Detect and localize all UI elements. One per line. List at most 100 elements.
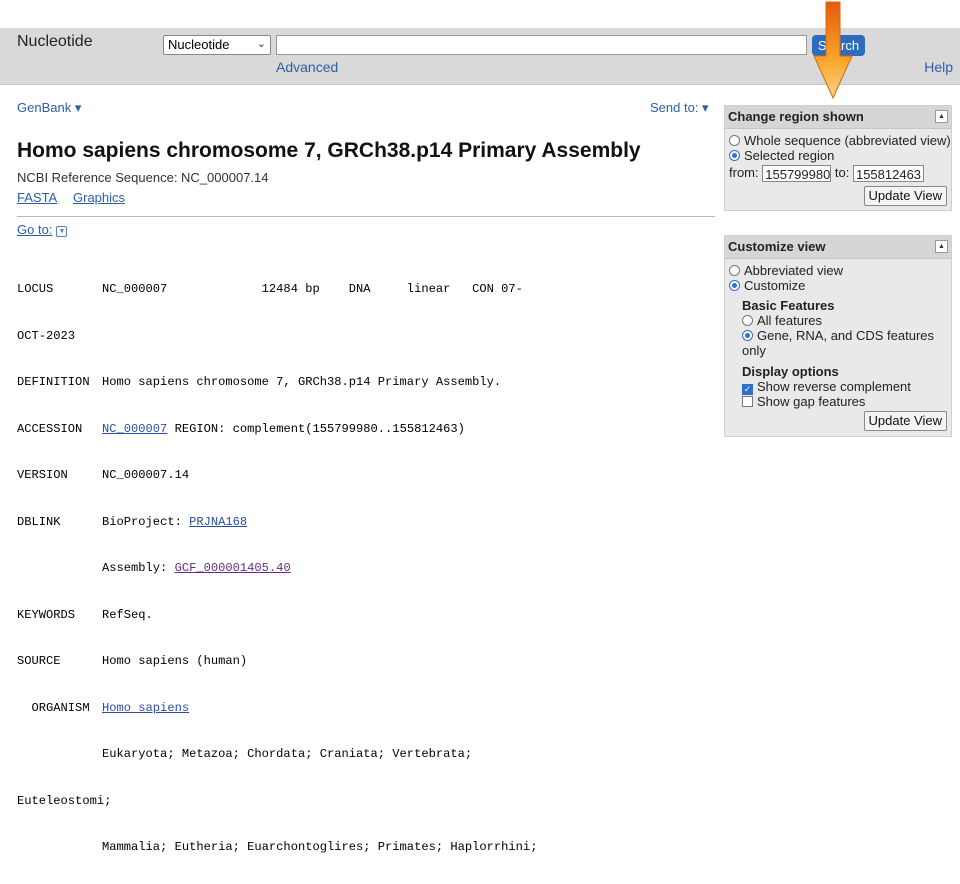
update-view-button[interactable]: Update View bbox=[863, 186, 947, 206]
field-value: NC_000007 12484 bp DNA linear CON 07- bbox=[102, 282, 523, 296]
panel-title: Customize view bbox=[728, 239, 826, 254]
assembly-link[interactable]: GCF_000001405.40 bbox=[175, 561, 291, 575]
checkbox-label: Show reverse complement bbox=[757, 379, 911, 394]
field-key: ORGANISM bbox=[17, 700, 90, 715]
radio-icon bbox=[729, 265, 740, 276]
refseq-id: NCBI Reference Sequence: NC_000007.14 bbox=[17, 170, 269, 185]
radio-whole-sequence[interactable]: Whole sequence (abbreviated view) bbox=[729, 133, 951, 148]
radio-customize[interactable]: Customize bbox=[729, 278, 951, 293]
lineage-row: Eukaryota; Metazoa; Chordata; Craniata; … bbox=[17, 747, 715, 763]
app-title[interactable]: Nucleotide bbox=[17, 33, 93, 51]
collapse-icon[interactable]: ▲ bbox=[935, 240, 948, 253]
basic-features-group: Basic Features All features Gene, RNA, a… bbox=[729, 298, 951, 409]
region-range: from: 155799980 to: 155812463 bbox=[729, 163, 951, 183]
goto-label: Go to: bbox=[17, 222, 53, 237]
checkbox-label: Show gap features bbox=[757, 394, 866, 409]
update-view-button[interactable]: Update View bbox=[863, 411, 947, 431]
advanced-search-link[interactable]: Advanced bbox=[276, 59, 338, 75]
field-value: Euteleostomi; bbox=[17, 793, 112, 808]
field-value: Homo sapiens (human) bbox=[102, 654, 248, 668]
bioproject-link[interactable]: PRJNA168 bbox=[189, 515, 247, 529]
field-key: DEFINITION bbox=[17, 375, 90, 389]
divider bbox=[17, 216, 715, 217]
chevron-down-icon: ⌄ bbox=[256, 38, 266, 50]
keywords-row: KEYWORDS RefSeq. bbox=[17, 608, 715, 624]
field-value: REGION: complement(155799980..155812463) bbox=[167, 421, 465, 436]
field-key: DBLINK bbox=[17, 514, 61, 529]
customize-view-panel: Customize view ▲ Abbreviated view Custom… bbox=[724, 235, 952, 437]
radio-icon bbox=[729, 135, 740, 146]
locus-row: LOCUS NC_000007 12484 bp DNA linear CON 0… bbox=[17, 282, 715, 298]
format-menu-label: GenBank bbox=[17, 100, 72, 115]
panel-header: Change region shown ▲ bbox=[725, 106, 951, 129]
database-select-value: Nucleotide bbox=[168, 37, 230, 52]
accession-row: ACCESSION NC_000007 REGION: complement(15… bbox=[17, 422, 715, 438]
radio-label: Abbreviated view bbox=[744, 263, 843, 278]
radio-icon bbox=[742, 330, 753, 341]
caret-down-icon: ▾ bbox=[71, 100, 82, 115]
locus-row-cont: OCT-2023 bbox=[17, 329, 715, 345]
format-menu[interactable]: GenBank ▾ bbox=[17, 100, 81, 116]
accession-link[interactable]: NC_000007 bbox=[102, 422, 167, 436]
from-label: from: bbox=[729, 165, 759, 180]
field-value: Mammalia; Eutheria; Euarchontoglires; Pr… bbox=[102, 840, 538, 854]
radio-gene-rna-cds-cont: only bbox=[742, 343, 951, 358]
genbank-flatfile: LOCUS NC_000007 12484 bp DNA linear CON 0… bbox=[17, 251, 715, 884]
field-value: RefSeq. bbox=[102, 607, 153, 622]
search-input[interactable] bbox=[276, 35, 807, 55]
radio-selected-region[interactable]: Selected region bbox=[729, 148, 951, 163]
radio-label: Gene, RNA, and CDS features bbox=[757, 328, 935, 343]
field-key: KEYWORDS bbox=[17, 607, 76, 622]
down-arrow-icon bbox=[813, 1, 853, 100]
field-key: SOURCE bbox=[17, 654, 61, 668]
radio-icon bbox=[742, 315, 753, 326]
radio-icon bbox=[729, 150, 740, 161]
page-title: Homo sapiens chromosome 7, GRCh38.p14 Pr… bbox=[17, 139, 641, 162]
field-value: OCT-2023 bbox=[17, 328, 76, 343]
graphics-link[interactable]: Graphics bbox=[73, 190, 125, 205]
field-label: BioProject: bbox=[102, 514, 190, 529]
field-value: NC_000007.14 bbox=[102, 468, 190, 482]
help-link[interactable]: Help bbox=[924, 59, 953, 75]
database-select[interactable]: Nucleotide ⌄ bbox=[163, 35, 271, 55]
radio-icon bbox=[729, 280, 740, 291]
lineage-row: Euteleostomi; bbox=[17, 794, 715, 810]
to-label: to: bbox=[834, 165, 850, 180]
goto-menu[interactable]: Go to: ▼ bbox=[17, 222, 68, 237]
organism-link[interactable]: Homo sapiens bbox=[102, 701, 189, 715]
dblink-row: DBLINK BioProject: PRJNA168 bbox=[17, 515, 715, 531]
field-value: Eukaryota; Metazoa; Chordata; Craniata; … bbox=[102, 747, 473, 761]
radio-all-features[interactable]: All features bbox=[742, 313, 951, 328]
field-label: Assembly: bbox=[102, 561, 175, 575]
lineage-row: Mammalia; Eutheria; Euarchontoglires; Pr… bbox=[17, 840, 715, 856]
checkbox-reverse-complement[interactable]: ✓ Show reverse complement bbox=[742, 379, 951, 395]
radio-gene-rna-cds[interactable]: Gene, RNA, and CDS features bbox=[742, 328, 951, 343]
checkbox-gap-features[interactable]: Show gap features bbox=[742, 394, 951, 409]
collapse-icon[interactable]: ▲ bbox=[935, 110, 948, 123]
display-options-heading: Display options bbox=[742, 364, 839, 379]
radio-abbreviated-view[interactable]: Abbreviated view bbox=[729, 263, 951, 278]
from-input[interactable]: 155799980 bbox=[762, 165, 832, 183]
chevron-down-icon: ▼ bbox=[56, 226, 68, 237]
send-to-menu[interactable]: Send to: ▾ bbox=[650, 100, 709, 116]
send-to-label: Send to: bbox=[650, 100, 699, 115]
panel-header: Customize view ▲ bbox=[725, 236, 951, 259]
field-key: LOCUS bbox=[17, 282, 54, 296]
radio-label: Whole sequence (abbreviated view) bbox=[744, 133, 951, 148]
version-row: VERSION NC_000007.14 bbox=[17, 468, 715, 484]
checkbox-icon bbox=[742, 396, 753, 407]
field-value: Homo sapiens chromosome 7, GRCh38.p14 Pr… bbox=[102, 375, 502, 389]
radio-label: Customize bbox=[744, 278, 806, 293]
basic-features-heading: Basic Features bbox=[742, 298, 835, 313]
change-region-panel: Change region shown ▲ Whole sequence (ab… bbox=[724, 105, 952, 211]
dblink-row-assembly: Assembly: GCF_000001405.40 bbox=[17, 561, 715, 577]
field-key: ACCESSION bbox=[17, 421, 83, 436]
to-input[interactable]: 155812463 bbox=[852, 165, 924, 183]
radio-label-cont: only bbox=[742, 343, 766, 358]
panel-title: Change region shown bbox=[728, 109, 864, 124]
definition-row: DEFINITION Homo sapiens chromosome 7, GRC… bbox=[17, 375, 715, 391]
organism-row: ORGANISM Homo sapiens bbox=[17, 701, 715, 717]
radio-label: Selected region bbox=[744, 148, 835, 163]
fasta-link[interactable]: FASTA bbox=[17, 190, 57, 205]
radio-label: All features bbox=[757, 313, 823, 328]
